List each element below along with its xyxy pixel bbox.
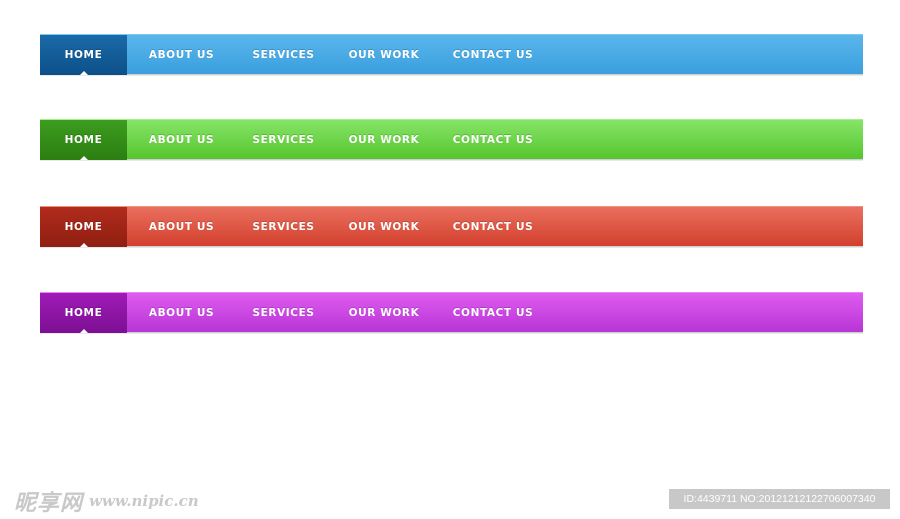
site-watermark: 昵享网 www.nipic.cn xyxy=(14,485,199,517)
nav-item-label: CONTACT US xyxy=(452,134,534,146)
active-pointer-icon xyxy=(79,156,88,160)
nav-item-contact-us[interactable]: CONTACT US xyxy=(437,35,549,75)
nav-item-services[interactable]: SERVICES xyxy=(236,120,331,160)
nav-item-home[interactable]: HOME xyxy=(40,35,127,75)
nav-item-our-work[interactable]: OUR WORK xyxy=(331,207,437,247)
nav-item-contact-us[interactable]: CONTACT US xyxy=(437,120,549,160)
nav-item-label: ABOUT US xyxy=(148,49,215,61)
nav-item-about-us[interactable]: ABOUT US xyxy=(127,207,236,247)
watermark-site-url: www.nipic.cn xyxy=(89,492,199,510)
nav-item-our-work[interactable]: OUR WORK xyxy=(331,293,437,333)
nav-item-label: ABOUT US xyxy=(148,221,215,233)
image-id-badge: ID:4439711 NO:20121212122706007340 xyxy=(669,489,890,509)
nav-item-services[interactable]: SERVICES xyxy=(236,293,331,333)
navbar-purple: HOME ABOUT US SERVICES OUR WORK CONTACT … xyxy=(40,292,863,333)
navbar-green: HOME ABOUT US SERVICES OUR WORK CONTACT … xyxy=(40,119,863,160)
watermark-site-name: 昵享网 xyxy=(14,490,84,516)
nav-item-label: SERVICES xyxy=(252,49,315,61)
nav-item-contact-us[interactable]: CONTACT US xyxy=(437,293,549,333)
image-id-text: ID:4439711 NO:20121212122706007340 xyxy=(683,493,876,505)
nav-item-label: ABOUT US xyxy=(148,307,215,319)
nav-item-about-us[interactable]: ABOUT US xyxy=(127,35,236,75)
navbar-red: HOME ABOUT US SERVICES OUR WORK CONTACT … xyxy=(40,206,863,247)
nav-item-label: CONTACT US xyxy=(452,49,534,61)
canvas: HOME ABOUT US SERVICES OUR WORK CONTACT … xyxy=(0,0,900,519)
active-pointer-icon xyxy=(79,243,88,247)
nav-item-home[interactable]: HOME xyxy=(40,120,127,160)
nav-item-about-us[interactable]: ABOUT US xyxy=(127,120,236,160)
nav-item-label: OUR WORK xyxy=(348,307,420,319)
nav-item-label: HOME xyxy=(64,49,103,61)
nav-item-home[interactable]: HOME xyxy=(40,207,127,247)
nav-item-label: SERVICES xyxy=(252,134,315,146)
nav-item-label: OUR WORK xyxy=(348,49,420,61)
nav-item-home[interactable]: HOME xyxy=(40,293,127,333)
nav-item-label: HOME xyxy=(64,307,103,319)
nav-item-services[interactable]: SERVICES xyxy=(236,207,331,247)
nav-item-label: ABOUT US xyxy=(148,134,215,146)
nav-item-about-us[interactable]: ABOUT US xyxy=(127,293,236,333)
nav-item-label: HOME xyxy=(64,134,103,146)
nav-item-label: SERVICES xyxy=(252,307,315,319)
nav-item-label: HOME xyxy=(64,221,103,233)
nav-item-our-work[interactable]: OUR WORK xyxy=(331,120,437,160)
nav-item-services[interactable]: SERVICES xyxy=(236,35,331,75)
nav-item-label: OUR WORK xyxy=(348,134,420,146)
nav-item-label: CONTACT US xyxy=(452,221,534,233)
nav-item-label: CONTACT US xyxy=(452,307,534,319)
nav-item-contact-us[interactable]: CONTACT US xyxy=(437,207,549,247)
active-pointer-icon xyxy=(79,71,88,75)
active-pointer-icon xyxy=(79,329,88,333)
navbar-blue: HOME ABOUT US SERVICES OUR WORK CONTACT … xyxy=(40,34,863,75)
nav-item-label: SERVICES xyxy=(252,221,315,233)
nav-item-our-work[interactable]: OUR WORK xyxy=(331,35,437,75)
nav-item-label: OUR WORK xyxy=(348,221,420,233)
